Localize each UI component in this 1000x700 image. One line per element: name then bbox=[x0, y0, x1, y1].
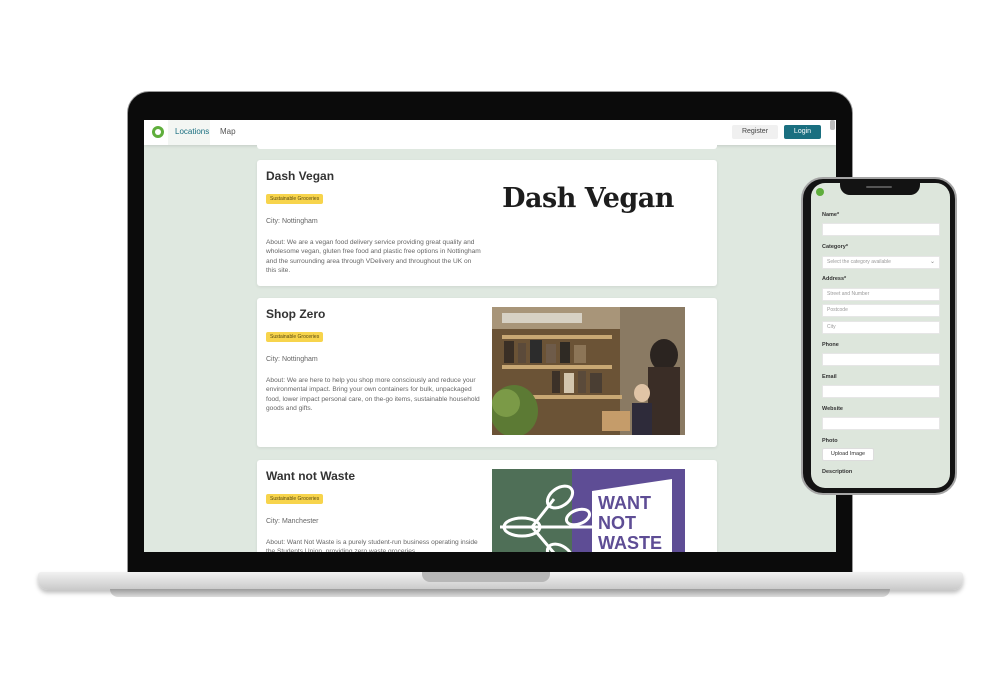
dash-vegan-logo-text: Dash Vegan bbox=[502, 183, 675, 214]
card-about: About: We are here to help you shop more… bbox=[266, 377, 480, 413]
laptop-foot bbox=[110, 589, 890, 597]
phone-speaker bbox=[866, 186, 892, 188]
address-label: Address* bbox=[822, 276, 847, 282]
location-card[interactable]: Dash Vegan Sustainable Groceries City: N… bbox=[257, 160, 717, 286]
upload-image-button[interactable]: Upload Image bbox=[822, 448, 874, 461]
card-city: City: Nottingham bbox=[266, 218, 318, 225]
card-about: About: Want Not Waste is a purely studen… bbox=[266, 539, 478, 552]
wnw-logo-line-3: WASTE bbox=[598, 533, 662, 552]
location-card[interactable]: Shop Zero Sustainable Groceries City: No… bbox=[257, 298, 717, 447]
want-not-waste-logo: WANT NOT WASTE bbox=[492, 469, 685, 552]
description-label: Description bbox=[822, 469, 853, 475]
location-card[interactable]: Want not Waste Sustainable Groceries Cit… bbox=[257, 460, 717, 552]
street-field[interactable]: Street and Number bbox=[822, 288, 940, 301]
phone-notch bbox=[840, 183, 920, 195]
wnw-logo-line-2: NOT bbox=[598, 513, 636, 533]
chevron-down-icon: ⌄ bbox=[929, 259, 935, 265]
website-label: Website bbox=[822, 406, 843, 412]
website-field[interactable] bbox=[822, 417, 940, 430]
phone-label: Phone bbox=[822, 342, 839, 348]
phone-field[interactable] bbox=[822, 353, 940, 366]
card-about: About: We are a vegan food delivery serv… bbox=[266, 239, 481, 275]
dash-vegan-logo: Dash Vegan bbox=[492, 169, 685, 229]
category-label: Category* bbox=[822, 244, 848, 250]
postcode-field[interactable]: Postcode bbox=[822, 304, 940, 317]
phone-screen: Name* Category* Select the category avai… bbox=[811, 183, 950, 488]
previous-card-edge bbox=[257, 140, 717, 149]
card-title[interactable]: Shop Zero bbox=[266, 307, 325, 321]
category-badge: Sustainable Groceries bbox=[266, 194, 324, 204]
nav-link-map[interactable]: Map bbox=[220, 127, 236, 136]
card-title[interactable]: Want not Waste bbox=[266, 469, 355, 483]
scrollbar-thumb[interactable] bbox=[830, 120, 835, 130]
name-label: Name* bbox=[822, 212, 840, 218]
email-field[interactable] bbox=[822, 385, 940, 398]
category-placeholder: Select the category available bbox=[827, 259, 891, 265]
laptop-hinge-notch bbox=[422, 572, 550, 582]
photo-label: Photo bbox=[822, 438, 838, 444]
login-button[interactable]: Login bbox=[784, 125, 821, 139]
register-button[interactable]: Register bbox=[732, 125, 778, 139]
nav-link-locations[interactable]: Locations bbox=[175, 127, 209, 136]
card-city: City: Nottingham bbox=[266, 356, 318, 363]
wnw-logo-line-1: WANT bbox=[598, 493, 651, 513]
card-title[interactable]: Dash Vegan bbox=[266, 169, 334, 183]
category-badge: Sustainable Groceries bbox=[266, 494, 324, 504]
laptop-screen: Locations Map Register Login Dash Vegan … bbox=[144, 120, 836, 552]
city-field[interactable]: City bbox=[822, 321, 940, 334]
card-city: City: Manchester bbox=[266, 518, 319, 525]
category-select[interactable]: Select the category available ⌄ bbox=[822, 256, 940, 269]
category-badge: Sustainable Groceries bbox=[266, 332, 324, 342]
phone-brand-logo-icon[interactable] bbox=[816, 188, 824, 196]
brand-logo-icon[interactable] bbox=[152, 126, 164, 138]
shop-zero-photo bbox=[490, 307, 685, 437]
name-field[interactable] bbox=[822, 223, 940, 236]
email-label: Email bbox=[822, 374, 837, 380]
